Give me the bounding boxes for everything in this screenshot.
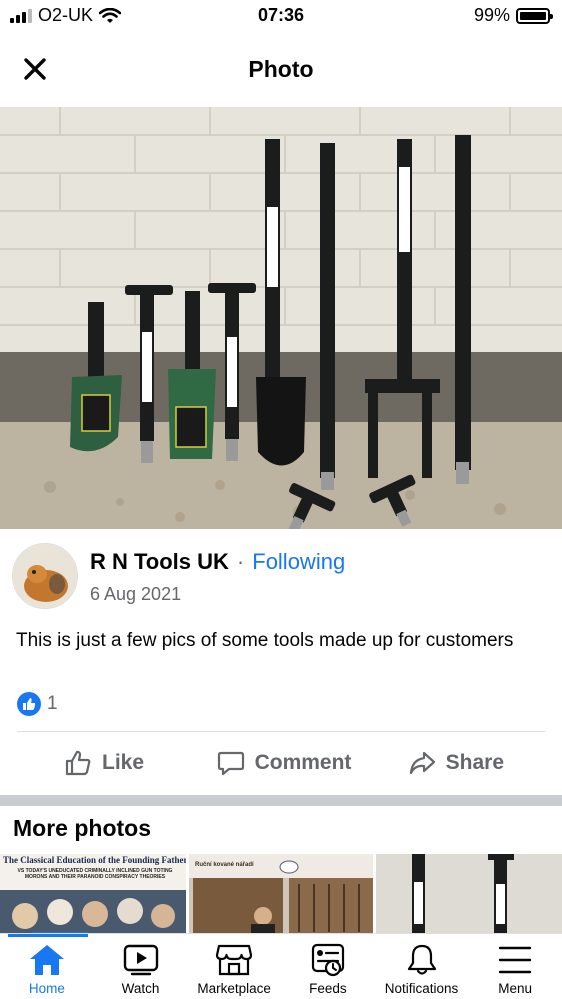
tools-thumbnail-image bbox=[376, 854, 562, 936]
author-row: R N Tools UK · Following bbox=[90, 549, 345, 575]
marketplace-icon bbox=[216, 944, 253, 976]
thumbnail-sign-text: Ruční kované nářadí bbox=[195, 862, 254, 868]
comment-icon bbox=[217, 751, 244, 776]
tab-label: Notifications bbox=[384, 981, 459, 996]
share-icon bbox=[409, 751, 435, 775]
bottom-tab-bar: Home Watch Marketplace Feeds Notificatio… bbox=[0, 933, 562, 999]
founding-fathers-image bbox=[0, 890, 186, 936]
thumbs-up-icon bbox=[65, 750, 91, 776]
post-header: R N Tools UK · Following 6 Aug 2021 bbox=[10, 540, 552, 612]
post-text: This is just a few pics of some tools ma… bbox=[16, 630, 514, 651]
more-photos-strip: The Classical Education of the Founding … bbox=[0, 854, 562, 936]
more-photos-title: More photos bbox=[13, 815, 151, 841]
tab-feeds[interactable]: Feeds bbox=[281, 934, 375, 999]
tab-home[interactable]: Home bbox=[0, 934, 94, 999]
battery-icon bbox=[516, 7, 553, 24]
page-title: Photo bbox=[248, 56, 314, 82]
divider bbox=[17, 731, 545, 732]
bell-icon bbox=[407, 944, 436, 975]
like-button[interactable]: Like bbox=[0, 740, 211, 786]
post-date[interactable]: 6 Aug 2021 bbox=[90, 584, 181, 605]
tab-menu[interactable]: Menu bbox=[468, 934, 562, 999]
like-label: Like bbox=[102, 751, 145, 774]
author-name[interactable]: R N Tools UK bbox=[90, 549, 229, 575]
tools-photo-image bbox=[0, 107, 562, 529]
home-icon bbox=[29, 945, 64, 975]
photo-thumbnail[interactable] bbox=[376, 854, 562, 936]
menu-icon bbox=[498, 946, 532, 974]
following-button[interactable]: Following bbox=[252, 549, 345, 575]
watch-icon bbox=[123, 944, 158, 976]
tab-label: Watch bbox=[121, 981, 160, 996]
tab-label: Marketplace bbox=[197, 981, 271, 996]
photo-header: Photo bbox=[0, 38, 562, 100]
like-reaction-icon bbox=[17, 692, 41, 716]
battery-percent: 99% bbox=[473, 5, 510, 25]
post-actions: Like Comment Share bbox=[0, 740, 562, 786]
comment-label: Comment bbox=[254, 751, 352, 774]
reaction-count: 1 bbox=[47, 693, 58, 714]
tab-label: Feeds bbox=[309, 981, 347, 996]
tab-watch[interactable]: Watch bbox=[94, 934, 188, 999]
separator-dot: · bbox=[236, 549, 245, 574]
status-right: 99% bbox=[473, 5, 553, 26]
active-tab-indicator bbox=[8, 934, 88, 937]
status-bar: O2-UK 07:36 99% bbox=[0, 0, 562, 34]
tab-notifications[interactable]: Notifications bbox=[375, 934, 469, 999]
post-photo[interactable] bbox=[0, 107, 562, 529]
photo-thumbnail[interactable]: The Classical Education of the Founding … bbox=[0, 854, 186, 936]
avatar[interactable] bbox=[12, 543, 78, 609]
tab-label: Home bbox=[28, 981, 65, 996]
tab-label: Menu bbox=[498, 981, 533, 996]
share-label: Share bbox=[445, 751, 505, 774]
share-button[interactable]: Share bbox=[357, 740, 562, 786]
battery-fill bbox=[520, 11, 546, 20]
avatar-image bbox=[13, 544, 77, 608]
comment-button[interactable]: Comment bbox=[211, 740, 358, 786]
feeds-icon bbox=[311, 943, 344, 977]
section-divider bbox=[0, 795, 562, 806]
reaction-summary[interactable]: 1 bbox=[17, 692, 58, 716]
tab-marketplace[interactable]: Marketplace bbox=[187, 934, 281, 999]
photo-thumbnail[interactable]: Ruční kované nářadí bbox=[189, 854, 373, 936]
